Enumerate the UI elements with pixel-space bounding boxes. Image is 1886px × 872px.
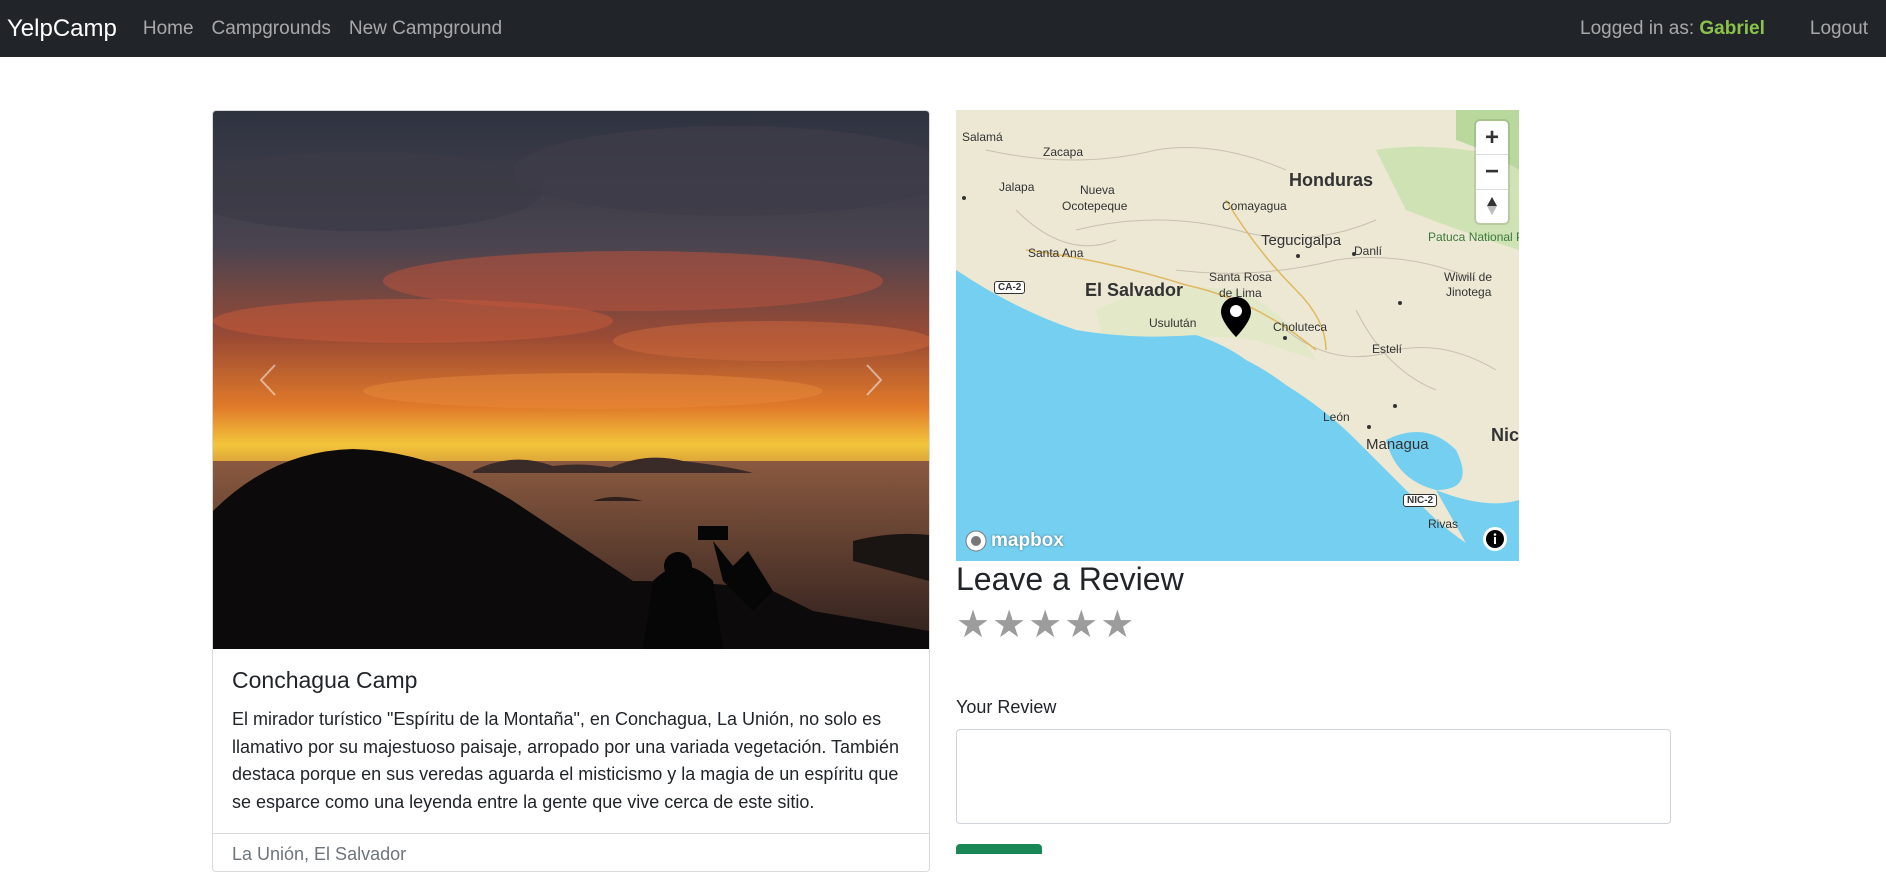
map-label-santa-rosa: Santa Rosa (1209, 270, 1272, 284)
map-label-comayagua: Comayagua (1222, 199, 1287, 213)
star-4-icon[interactable]: ★ (1064, 606, 1098, 644)
mapbox-icon (965, 530, 987, 552)
card-body: Conchagua Camp El mirador turístico "Esp… (213, 649, 929, 816)
image-carousel (213, 111, 929, 649)
map-marker-icon (1221, 297, 1251, 337)
map-label-managua: Managua (1366, 436, 1429, 453)
map-label-nueva: Nueva (1080, 183, 1115, 197)
submit-review-button[interactable] (956, 844, 1042, 854)
navbar: YelpCamp Home Campgrounds New Campground… (0, 0, 1886, 57)
campground-location: La Unión, El Salvador (232, 844, 407, 864)
map-label-rivas: Rivas (1428, 517, 1459, 531)
brand-link[interactable]: YelpCamp (7, 15, 117, 43)
nav-home-link[interactable]: Home (143, 18, 194, 40)
nav-right: Logged in as: Gabriel Logout (1580, 18, 1886, 40)
campground-card: Conchagua Camp El mirador turístico "Esp… (212, 110, 930, 872)
map-label-tegucigalpa: Tegucigalpa (1261, 232, 1342, 249)
map-label-santa-ana: Santa Ana (1028, 246, 1084, 260)
map-zoom-controls: + − (1476, 121, 1508, 223)
map-label-danli: Danlí (1354, 244, 1383, 258)
map-label-leon: León (1323, 410, 1350, 424)
star-5-icon[interactable]: ★ (1100, 606, 1134, 644)
map-label-nic: Nic (1491, 425, 1519, 445)
chevron-left-icon (259, 364, 276, 396)
map-label-salama: Salamá (962, 130, 1003, 144)
star-3-icon[interactable]: ★ (1028, 606, 1062, 644)
map-label-usulutan: Usulután (1149, 316, 1197, 330)
star-rating[interactable]: ★ ★ ★ ★ ★ (956, 606, 1134, 644)
compass-button[interactable] (1476, 190, 1508, 223)
logged-in-status: Logged in as: Gabriel (1580, 18, 1765, 40)
leave-review-heading: Leave a Review (956, 561, 1184, 597)
map-label-choluteca: Choluteca (1273, 320, 1328, 334)
compass-icon (1487, 197, 1497, 216)
carousel-next-button[interactable] (819, 111, 929, 649)
map-attribution-button[interactable] (1483, 527, 1507, 551)
campground-title: Conchagua Camp (232, 667, 418, 693)
carousel-prev-button[interactable] (213, 111, 323, 649)
map-label-patuca: Patuca National P (1428, 230, 1519, 244)
nav-campgrounds-link[interactable]: Campgrounds (212, 18, 331, 40)
star-1-icon[interactable]: ★ (956, 606, 990, 644)
username: Gabriel (1699, 17, 1765, 39)
map-label-esteli: Estelí (1372, 342, 1403, 356)
mapbox-wordmark: mapbox (991, 530, 1064, 551)
map-label-honduras: Honduras (1289, 170, 1374, 190)
zoom-in-button[interactable]: + (1476, 121, 1508, 156)
map-label-zacapa: Zacapa (1043, 145, 1084, 159)
map-label-jalapa: Jalapa (999, 180, 1035, 194)
mapbox-logo[interactable]: mapbox (965, 530, 1064, 552)
map-label-nic2: NIC-2 (1403, 494, 1438, 507)
map-label-el-salvador: El Salvador (1085, 280, 1184, 300)
map-label-jinotega: Jinotega (1446, 285, 1492, 299)
review-textarea[interactable] (956, 729, 1671, 824)
map-label-ca2: CA-2 (994, 281, 1026, 294)
campground-description: El mirador turístico "Espíritu de la Mon… (232, 709, 900, 812)
info-icon (1486, 530, 1504, 548)
star-2-icon[interactable]: ★ (992, 606, 1026, 644)
chevron-right-icon (866, 364, 883, 396)
logged-in-prefix: Logged in as: (1580, 17, 1695, 39)
campground-map[interactable]: Honduras El Salvador Nic Salamá Zacapa J… (956, 110, 1519, 561)
nav-new-campground-link[interactable]: New Campground (349, 18, 502, 40)
logout-link[interactable]: Logout (1810, 18, 1868, 40)
zoom-out-button[interactable]: − (1476, 155, 1508, 190)
map-label-wiwili: Wiwilí de (1444, 270, 1493, 284)
review-label: Your Review (956, 697, 1057, 717)
map-label-ocotepeque: Ocotepeque (1062, 199, 1128, 213)
